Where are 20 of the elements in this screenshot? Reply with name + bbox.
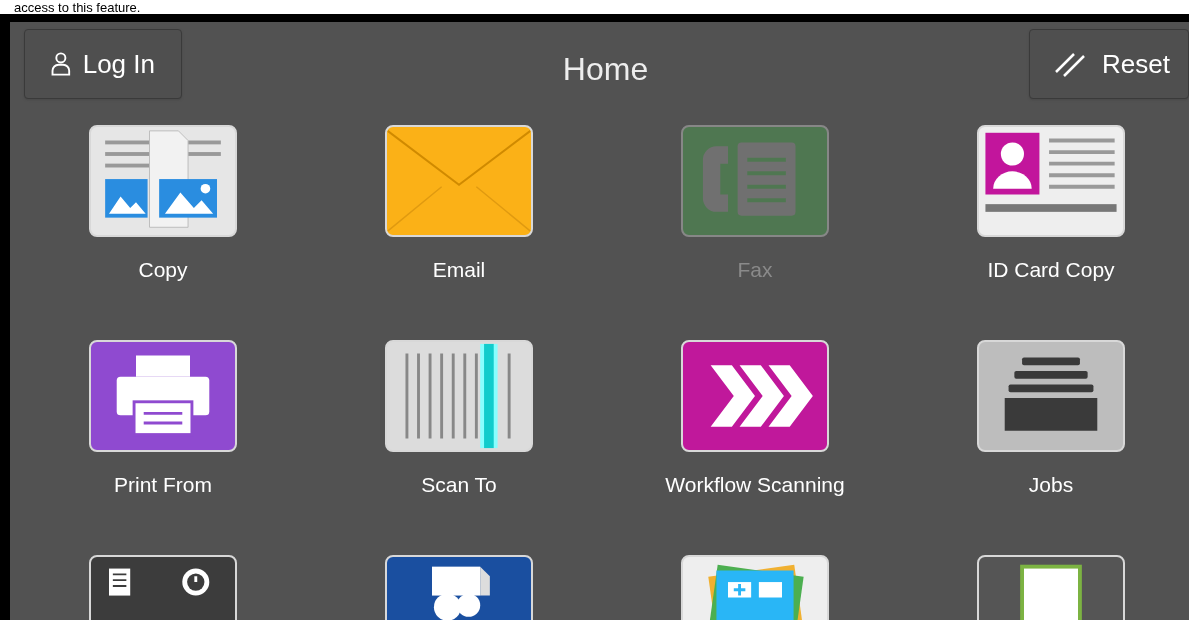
caption-text: access to this feature. — [14, 1, 141, 14]
reset-button[interactable]: Reset — [1029, 29, 1189, 99]
app-button[interactable]: Workflow Scanning — [607, 340, 903, 498]
fax-icon — [681, 125, 829, 237]
copy-icon — [89, 125, 237, 237]
app-button[interactable]: Print From — [15, 340, 311, 498]
id-card-icon — [977, 125, 1125, 237]
reset-icon — [1054, 50, 1086, 78]
login-button[interactable]: Log In — [24, 29, 182, 99]
printer-icon — [89, 340, 237, 452]
trays-icon — [977, 340, 1125, 452]
app-button[interactable]: Copy — [15, 125, 311, 283]
app-button[interactable]: Jobs — [903, 340, 1189, 498]
scanner-icon — [385, 340, 533, 452]
app-button[interactable]: Scan To — [311, 340, 607, 498]
chevrons-icon — [681, 340, 829, 452]
screen-title: Home — [562, 50, 649, 89]
app-button[interactable]: Email — [311, 125, 607, 283]
app-button[interactable]: ID Card Copy — [903, 125, 1189, 283]
envelope-icon — [385, 125, 533, 237]
